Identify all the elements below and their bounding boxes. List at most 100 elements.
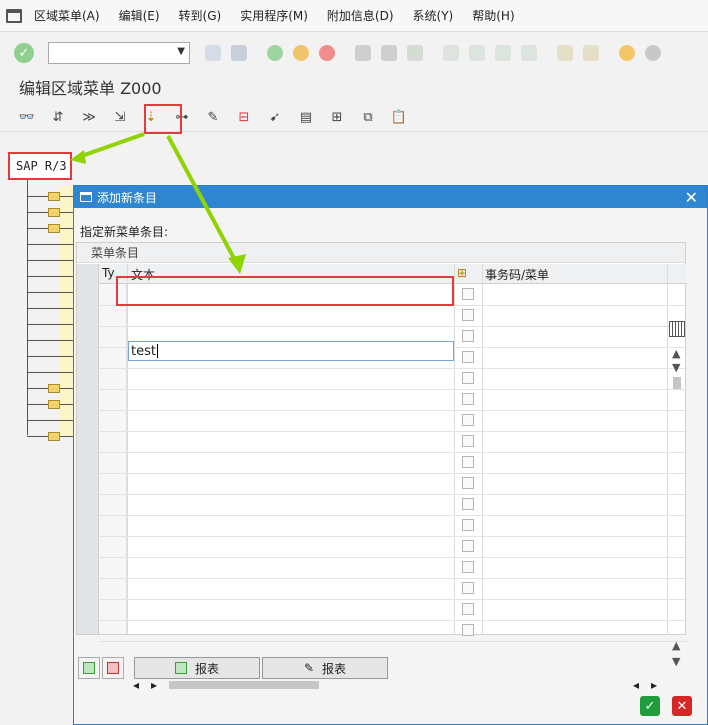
row-selector-column[interactable] <box>77 264 99 634</box>
find-next-icon <box>407 45 423 61</box>
scroll-thumb[interactable] <box>169 681 319 689</box>
next-page-icon <box>495 45 511 61</box>
first-page-icon <box>443 45 459 61</box>
scroll-left-icon[interactable]: ◂ <box>133 678 139 692</box>
row-checkbox[interactable] <box>462 582 474 594</box>
standard-toolbar: ✓ ▼ <box>0 36 708 70</box>
row-checkbox[interactable] <box>462 372 474 384</box>
scroll-down-icon[interactable]: ▼ <box>672 655 680 668</box>
row-checkbox[interactable] <box>462 309 474 321</box>
row-checkbox[interactable] <box>462 414 474 426</box>
vertical-scrollbar[interactable]: ▲ ▼ ▲ ▼ <box>669 321 685 677</box>
scroll-thumb[interactable] <box>673 377 681 389</box>
move-icon[interactable]: ⇵ <box>49 109 67 127</box>
text-cell-input[interactable]: test <box>128 341 454 361</box>
edit-pencil-icon[interactable]: ✎ <box>204 109 222 127</box>
help-icon[interactable] <box>619 45 635 61</box>
paste-icon[interactable]: 📋 <box>390 109 408 127</box>
shortcut-icon <box>583 45 599 61</box>
menu-item-edit[interactable]: 编辑(E) <box>119 7 160 24</box>
dialog-instruction: 指定新菜单条目: <box>80 225 169 239</box>
row-checkbox[interactable] <box>462 351 474 363</box>
import-icon[interactable]: ⇲ <box>111 109 129 127</box>
select-pointer-icon[interactable]: ➹ <box>266 109 284 127</box>
text-cell-highlight <box>116 276 454 306</box>
select-block-icon[interactable]: ▤ <box>297 109 315 127</box>
table-row <box>99 452 687 453</box>
table-row <box>99 389 687 390</box>
table-row <box>99 557 687 558</box>
cancel-icon[interactable] <box>319 45 335 61</box>
row-checkbox[interactable] <box>462 456 474 468</box>
row-checkbox[interactable] <box>462 435 474 447</box>
menu-item-area-menu[interactable]: 区域菜单(A) <box>34 7 100 24</box>
table-row <box>99 599 687 600</box>
folder-icon[interactable] <box>48 208 60 217</box>
dialog-title: 添加新条目 <box>97 190 158 205</box>
menu-item-utilities[interactable]: 实用程序(M) <box>240 7 308 24</box>
row-checkbox[interactable] <box>462 288 474 300</box>
folder-icon[interactable] <box>48 432 60 441</box>
app-menu-icon[interactable] <box>6 8 22 23</box>
row-checkbox[interactable] <box>462 540 474 552</box>
menu-item-help[interactable]: 帮助(H) <box>472 7 514 24</box>
table-row <box>99 368 687 369</box>
scroll-left-icon[interactable]: ◂ <box>633 678 639 692</box>
table-row <box>99 620 687 621</box>
tree-root-node[interactable]: SAP R/3 <box>8 152 72 180</box>
tree-branch <box>27 292 73 293</box>
column-header-tcode[interactable]: 事务码/菜单 <box>485 266 549 283</box>
menu-bar: 区域菜单(A) 编辑(E) 转到(G) 实用程序(M) 附加信息(D) 系统(Y… <box>0 0 708 32</box>
exit-icon[interactable] <box>293 45 309 61</box>
scroll-right-icon[interactable]: ▸ <box>151 678 157 692</box>
cancel-button[interactable]: ✕ <box>672 696 692 716</box>
collapse-icon[interactable]: ≫ <box>80 109 98 127</box>
scroll-up-icon[interactable]: ▲ <box>672 639 680 652</box>
folder-icon[interactable] <box>48 384 60 393</box>
hierarchy-icon[interactable]: ⊞ <box>328 109 346 127</box>
hierarchy-icon[interactable]: ⊞ <box>457 266 467 280</box>
double-left-icon <box>205 45 221 61</box>
print-icon <box>355 45 371 61</box>
horizontal-scrollbar[interactable]: ◂ ▸ ◂ ▸ <box>127 677 667 693</box>
row-checkbox[interactable] <box>462 498 474 510</box>
scroll-down-icon[interactable]: ▼ <box>672 361 680 374</box>
row-checkbox[interactable] <box>462 624 474 636</box>
tree-branch <box>27 420 73 421</box>
copy-icon[interactable]: ⧉ <box>359 109 377 127</box>
add-entry-highlight <box>144 104 182 134</box>
menu-item-goto[interactable]: 转到(G) <box>179 7 222 24</box>
row-checkbox[interactable] <box>462 603 474 615</box>
row-checkbox[interactable] <box>462 477 474 489</box>
tree-branch <box>27 308 73 309</box>
row-checkbox[interactable] <box>462 519 474 531</box>
folder-icon[interactable] <box>48 400 60 409</box>
row-checkbox[interactable] <box>462 561 474 573</box>
back-icon[interactable] <box>267 45 283 61</box>
table-row <box>99 473 687 474</box>
menu-item-extras[interactable]: 附加信息(D) <box>327 7 394 24</box>
menu-item-system[interactable]: 系统(Y) <box>413 7 454 24</box>
command-field[interactable]: ▼ <box>48 42 190 64</box>
delete-row-icon <box>107 662 119 674</box>
folder-icon[interactable] <box>48 224 60 233</box>
table-row <box>99 641 687 642</box>
row-checkbox[interactable] <box>462 393 474 405</box>
report-edit-button[interactable]: ✎ 报表 <box>262 657 388 679</box>
close-icon[interactable]: ✕ <box>685 188 698 207</box>
scroll-up-icon[interactable]: ▲ <box>672 347 680 360</box>
column-header-type[interactable]: Ty <box>102 266 115 280</box>
delete-row-button[interactable] <box>102 657 124 679</box>
display-change-icon[interactable]: 👓 <box>18 109 36 127</box>
chevron-down-icon[interactable]: ▼ <box>177 46 185 57</box>
enter-icon[interactable]: ✓ <box>14 43 34 63</box>
insert-row-button[interactable] <box>78 657 100 679</box>
folder-icon[interactable] <box>48 192 60 201</box>
report-add-button[interactable]: 报表 <box>134 657 260 679</box>
delete-icon[interactable]: ⊟ <box>235 109 253 127</box>
row-checkbox[interactable] <box>462 330 474 342</box>
scroll-right-icon[interactable]: ▸ <box>651 678 657 692</box>
settings-icon[interactable] <box>645 45 661 61</box>
confirm-button[interactable]: ✓ <box>640 696 660 716</box>
page-title: 编辑区域菜单 Z000 <box>19 79 162 98</box>
